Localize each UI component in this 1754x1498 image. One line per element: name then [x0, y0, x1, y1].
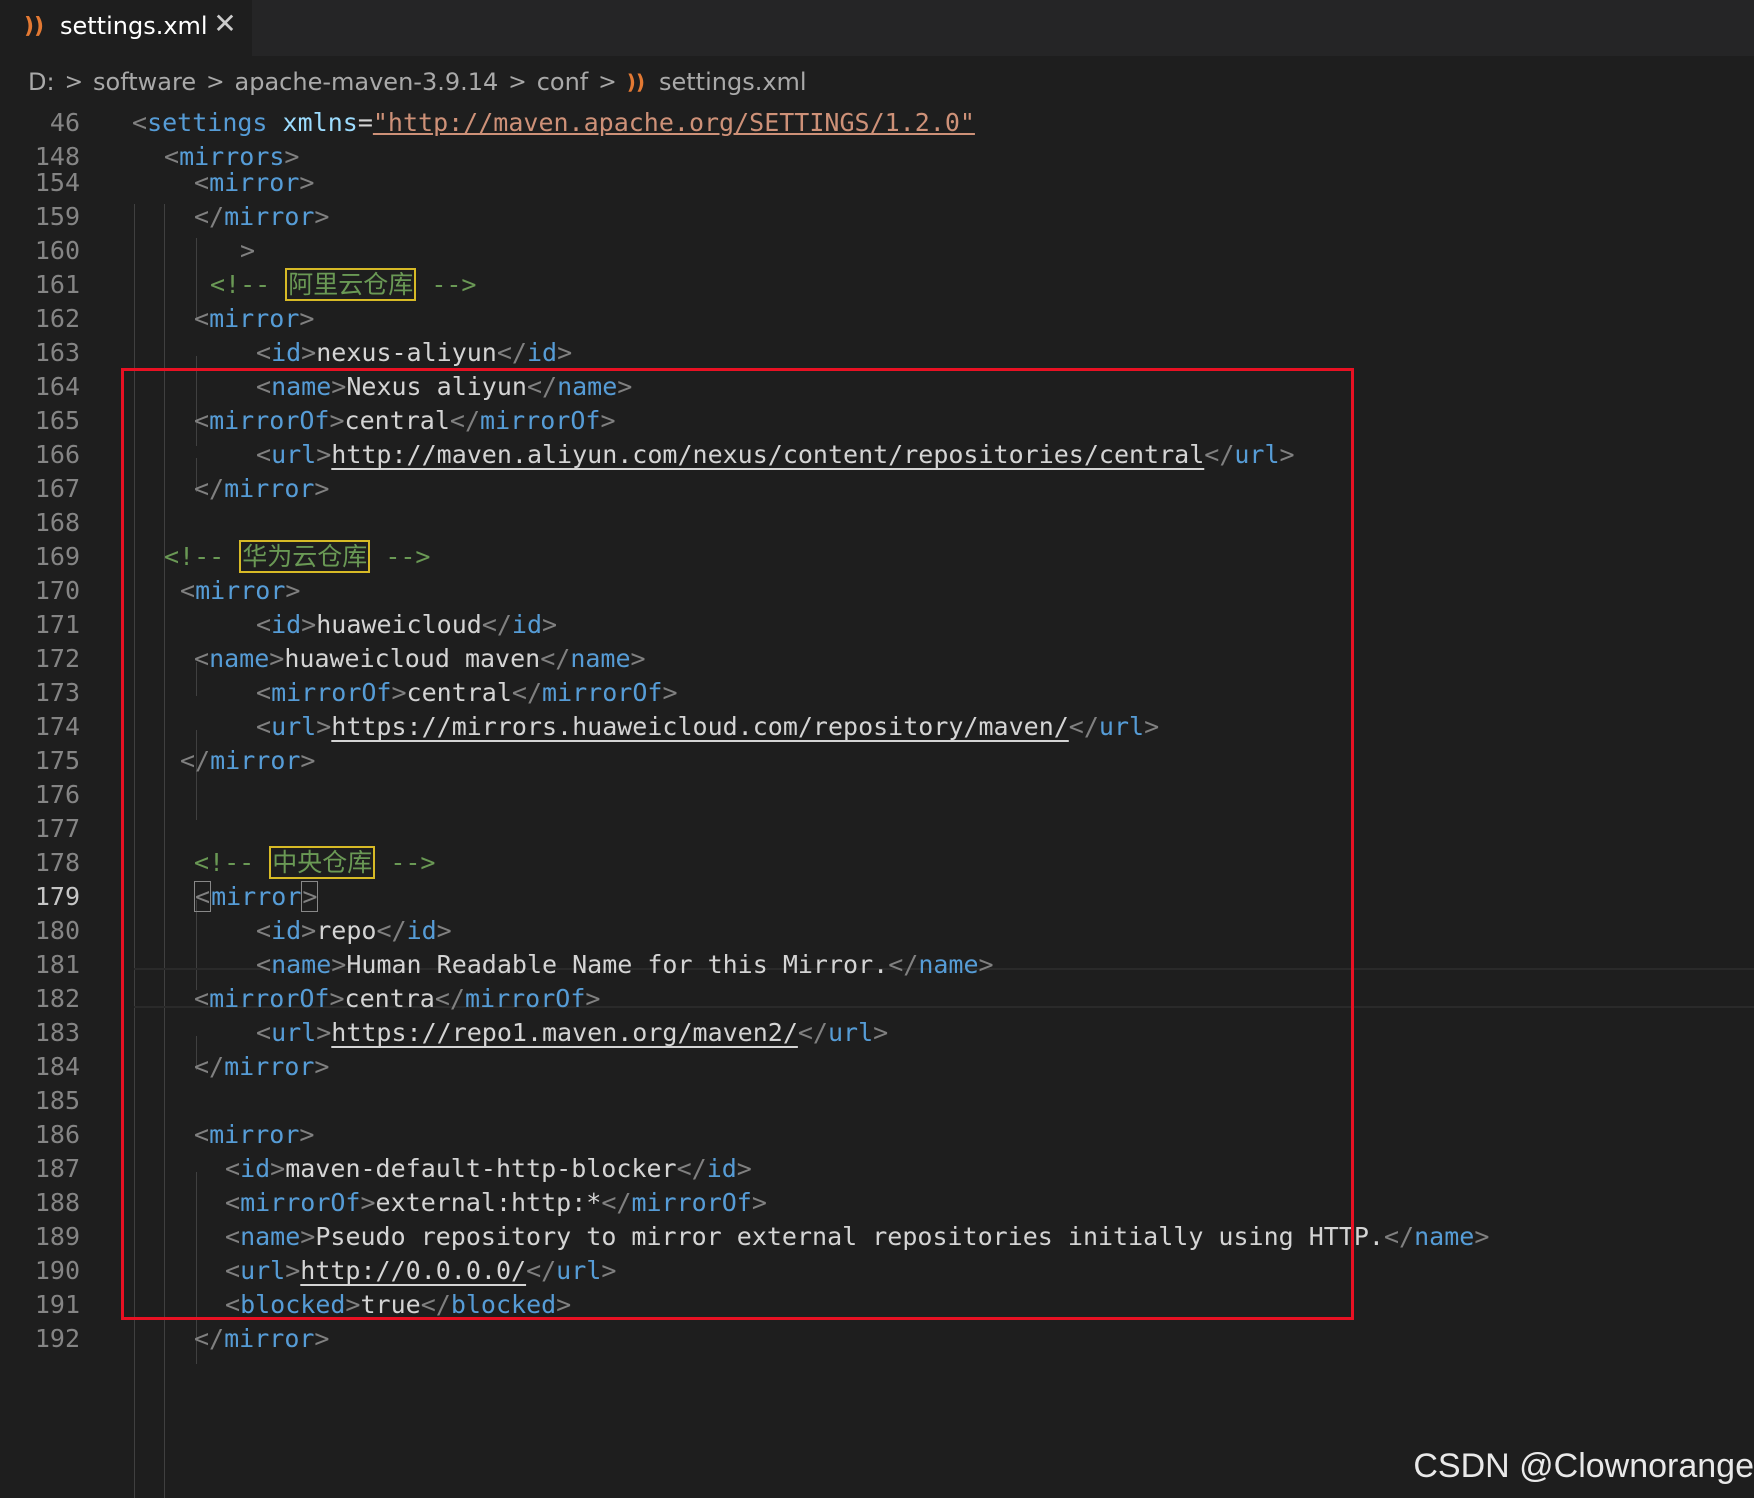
tab-bar: )) settings.xml ✕: [0, 0, 1754, 56]
line-number: 165: [34, 406, 80, 435]
line-number: 177: [34, 814, 80, 843]
line-number: 169: [34, 542, 80, 571]
chevron-right-icon: >: [206, 69, 225, 95]
line-number: 184: [34, 1052, 80, 1081]
code-line: 163 <id>nexus-aliyun</id>: [0, 334, 1754, 372]
line-number: 190: [34, 1256, 80, 1285]
line-number: 174: [34, 712, 80, 741]
line-number: 171: [34, 610, 80, 639]
line-number: 173: [34, 678, 80, 707]
code-line: 162 <mirror>: [0, 300, 1754, 338]
tab-settings-xml[interactable]: )) settings.xml ✕: [0, 0, 252, 56]
line-number: 178: [34, 848, 80, 877]
line-number: 185: [34, 1086, 80, 1115]
line-number-active: 179: [34, 882, 80, 911]
tag-settings: settings: [147, 108, 268, 137]
close-icon[interactable]: ✕: [210, 9, 240, 39]
line-number: 170: [34, 576, 80, 605]
line-number: 189: [34, 1222, 80, 1251]
code-line: 159 </mirror>: [0, 198, 1754, 236]
line-number: 163: [34, 338, 80, 367]
tag-mirror: mirror: [209, 168, 300, 197]
breadcrumb-item-drive[interactable]: D:: [28, 68, 55, 96]
chevron-right-icon: >: [508, 69, 527, 95]
breadcrumb-item-conf[interactable]: conf: [537, 68, 589, 96]
code-line: 154 <mirror>: [0, 164, 1754, 202]
code-line: 161 <!-- 阿里云仓库 -->: [0, 266, 1754, 304]
line-number: 187: [34, 1154, 80, 1183]
line-number: 166: [34, 440, 80, 469]
code-line: 46 <settings xmlns="http://maven.apache.…: [0, 104, 1754, 142]
line-number: 159: [34, 202, 80, 231]
line-number: 162: [34, 304, 80, 333]
attr-xmlns: xmlns: [282, 108, 358, 137]
stray-bracket: >: [240, 236, 256, 265]
tag-mirror-close: mirror: [224, 202, 315, 231]
line-number: 176: [34, 780, 80, 809]
line-number: 188: [34, 1188, 80, 1217]
chevron-right-icon: >: [598, 69, 617, 95]
watermark: CSDN @Clownorange: [1413, 1447, 1754, 1485]
line-number: 192: [34, 1324, 80, 1353]
breadcrumb-item-software[interactable]: software: [93, 68, 196, 96]
line-number: 191: [34, 1290, 80, 1319]
breadcrumb-item-maven[interactable]: apache-maven-3.9.14: [235, 68, 499, 96]
line-number: 160: [34, 236, 80, 265]
line-number: 154: [34, 168, 80, 197]
line-number: 180: [34, 916, 80, 945]
line-number: 182: [34, 984, 80, 1013]
breadcrumb: D: > software > apache-maven-3.9.14 > co…: [28, 66, 807, 98]
code-line: 192 </mirror>: [0, 1320, 1754, 1358]
comment-aliyun: 阿里云仓库: [285, 268, 417, 301]
tab-label: settings.xml: [60, 12, 208, 40]
line-number: 164: [34, 372, 80, 401]
line-number: 181: [34, 950, 80, 979]
line-number: 186: [34, 1120, 80, 1149]
line-number: 183: [34, 1018, 80, 1047]
xmlns-value[interactable]: "http://maven.apache.org/SETTINGS/1.2.0": [373, 108, 975, 137]
line-number: 172: [34, 644, 80, 673]
aliyun-id: nexus-aliyun: [316, 338, 497, 367]
code-editor[interactable]: 46 <settings xmlns="http://maven.apache.…: [0, 104, 1754, 1498]
line-number: 167: [34, 474, 80, 503]
code-line: 160 >: [0, 232, 1754, 270]
line-number: 46: [49, 108, 80, 137]
breadcrumb-item-file[interactable]: settings.xml: [659, 68, 807, 96]
annotation-box: [121, 368, 1354, 1320]
line-number: 168: [34, 508, 80, 537]
line-number: 161: [34, 270, 80, 299]
rss-icon: )): [626, 70, 645, 94]
line-number: 175: [34, 746, 80, 775]
rss-icon: )): [24, 14, 45, 39]
chevron-right-icon: >: [64, 69, 84, 95]
